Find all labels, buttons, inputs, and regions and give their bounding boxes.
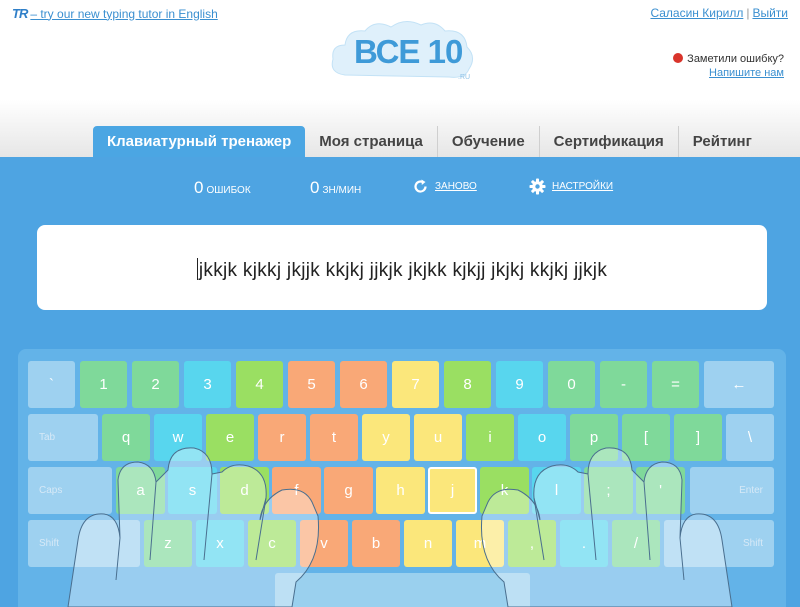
typing-tutor-logo: TR bbox=[12, 6, 28, 21]
key-0[interactable]: z bbox=[144, 520, 192, 567]
key-space[interactable] bbox=[275, 573, 530, 607]
tab-learning[interactable]: Обучение bbox=[436, 126, 539, 157]
key-9[interactable]: p bbox=[570, 414, 618, 461]
key-9[interactable]: / bbox=[612, 520, 660, 567]
refresh-icon bbox=[414, 179, 427, 193]
key-3[interactable]: 3 bbox=[184, 361, 231, 408]
key-9[interactable]: ; bbox=[584, 467, 633, 514]
key-shift-right[interactable]: Shift bbox=[664, 520, 774, 567]
exercise-line: jkkjk kjkkj jkjjk kkjkj jjkjk jkjkk kjkj… bbox=[37, 258, 767, 282]
key-2[interactable]: 2 bbox=[132, 361, 179, 408]
key-6[interactable]: u bbox=[414, 414, 462, 461]
key-10[interactable]: [ bbox=[622, 414, 670, 461]
speed-count: 0 bbox=[310, 178, 320, 197]
stats-bar: 0 ошибок 0 зн/мин заново настройки bbox=[0, 178, 800, 198]
key-8[interactable]: o bbox=[518, 414, 566, 461]
error-report-question: Заметили ошибку? bbox=[687, 53, 784, 65]
errors-count: 0 bbox=[194, 178, 204, 197]
key-4[interactable]: b bbox=[352, 520, 400, 567]
settings-label[interactable]: настройки bbox=[552, 181, 613, 192]
key-6[interactable]: m bbox=[456, 520, 504, 567]
key-4[interactable]: t bbox=[310, 414, 358, 461]
gear-icon bbox=[529, 178, 546, 195]
key-7[interactable]: i bbox=[466, 414, 514, 461]
key-backslash[interactable]: \ bbox=[726, 414, 774, 461]
site-logo[interactable]: ВСЕ 10 bbox=[354, 33, 463, 71]
key-3[interactable]: r bbox=[258, 414, 306, 461]
key-10[interactable]: 0 bbox=[548, 361, 595, 408]
promo-banner[interactable]: TR – try our new typing tutor in English bbox=[12, 6, 218, 21]
key-2[interactable]: e bbox=[206, 414, 254, 461]
key-1[interactable]: w bbox=[154, 414, 202, 461]
key-4[interactable]: g bbox=[324, 467, 373, 514]
key-11[interactable]: - bbox=[600, 361, 647, 408]
tab-certification[interactable]: Сертификация bbox=[538, 126, 678, 157]
errors-stat: 0 ошибок bbox=[194, 178, 251, 198]
key-6[interactable]: 6 bbox=[340, 361, 387, 408]
user-bar: Саласин Кирилл | Выйти bbox=[650, 6, 788, 20]
speed-stat: 0 зн/мин bbox=[310, 178, 361, 198]
key-tab[interactable]: Tab bbox=[28, 414, 98, 461]
logout-link[interactable]: Выйти bbox=[752, 6, 788, 20]
exercise-text: jkkjk kjkkj jkjjk kkjkj jjkjk jkjkk kjkj… bbox=[198, 260, 608, 281]
settings-button[interactable]: настройки bbox=[529, 178, 613, 195]
key-3[interactable]: f bbox=[272, 467, 321, 514]
key-3[interactable]: v bbox=[300, 520, 348, 567]
key-6[interactable]: j bbox=[428, 467, 477, 514]
restart-button[interactable]: заново bbox=[412, 178, 477, 195]
tab-keyboard-trainer[interactable]: Клавиатурный тренажер bbox=[93, 126, 306, 157]
tab-my-page[interactable]: Моя страница bbox=[305, 126, 437, 157]
key-0[interactable]: ` bbox=[28, 361, 75, 408]
key-7[interactable]: 7 bbox=[392, 361, 439, 408]
site-logo-domain: .RU bbox=[458, 74, 471, 81]
key-2[interactable]: c bbox=[248, 520, 296, 567]
key-5[interactable]: 5 bbox=[288, 361, 335, 408]
user-name-link[interactable]: Саласин Кирилл bbox=[650, 6, 743, 20]
key-10[interactable]: ' bbox=[636, 467, 685, 514]
key-1[interactable]: s bbox=[168, 467, 217, 514]
key-5[interactable]: h bbox=[376, 467, 425, 514]
text-caret bbox=[196, 258, 198, 280]
restart-label[interactable]: заново bbox=[435, 181, 477, 192]
error-report-link[interactable]: Напишите нам bbox=[709, 67, 784, 79]
key-enter[interactable]: Enter bbox=[690, 467, 774, 514]
key-11[interactable]: ] bbox=[674, 414, 722, 461]
key-1[interactable]: x bbox=[196, 520, 244, 567]
key-12[interactable]: = bbox=[652, 361, 699, 408]
key-8[interactable]: l bbox=[532, 467, 581, 514]
key-7[interactable]: k bbox=[480, 467, 529, 514]
key-caps[interactable]: Caps bbox=[28, 467, 112, 514]
tab-rating[interactable]: Рейтинг bbox=[677, 126, 766, 157]
key-8[interactable]: . bbox=[560, 520, 608, 567]
speed-label: зн/мин bbox=[322, 185, 362, 196]
main-nav: Клавиатурный тренажер Моя страница Обуче… bbox=[93, 126, 766, 157]
key-0[interactable]: a bbox=[116, 467, 165, 514]
exercise-box[interactable]: jkkjk kjkkj jkjjk kkjkj jjkjk jkjkk kjkj… bbox=[37, 225, 767, 310]
key-1[interactable]: 1 bbox=[80, 361, 127, 408]
key-2[interactable]: d bbox=[220, 467, 269, 514]
key-4[interactable]: 4 bbox=[236, 361, 283, 408]
key-7[interactable]: , bbox=[508, 520, 556, 567]
error-report: Заметили ошибку? Напишите нам bbox=[673, 52, 784, 80]
user-bar-separator: | bbox=[746, 6, 750, 20]
key-5[interactable]: y bbox=[362, 414, 410, 461]
key-9[interactable]: 9 bbox=[496, 361, 543, 408]
key-backspace[interactable]: ← bbox=[704, 361, 774, 408]
key-5[interactable]: n bbox=[404, 520, 452, 567]
ladybug-icon bbox=[673, 53, 684, 63]
errors-label: ошибок bbox=[206, 185, 251, 196]
key-0[interactable]: q bbox=[102, 414, 150, 461]
promo-link[interactable]: – try our new typing tutor in English bbox=[30, 7, 217, 21]
key-shift-left[interactable]: Shift bbox=[28, 520, 140, 567]
key-8[interactable]: 8 bbox=[444, 361, 491, 408]
